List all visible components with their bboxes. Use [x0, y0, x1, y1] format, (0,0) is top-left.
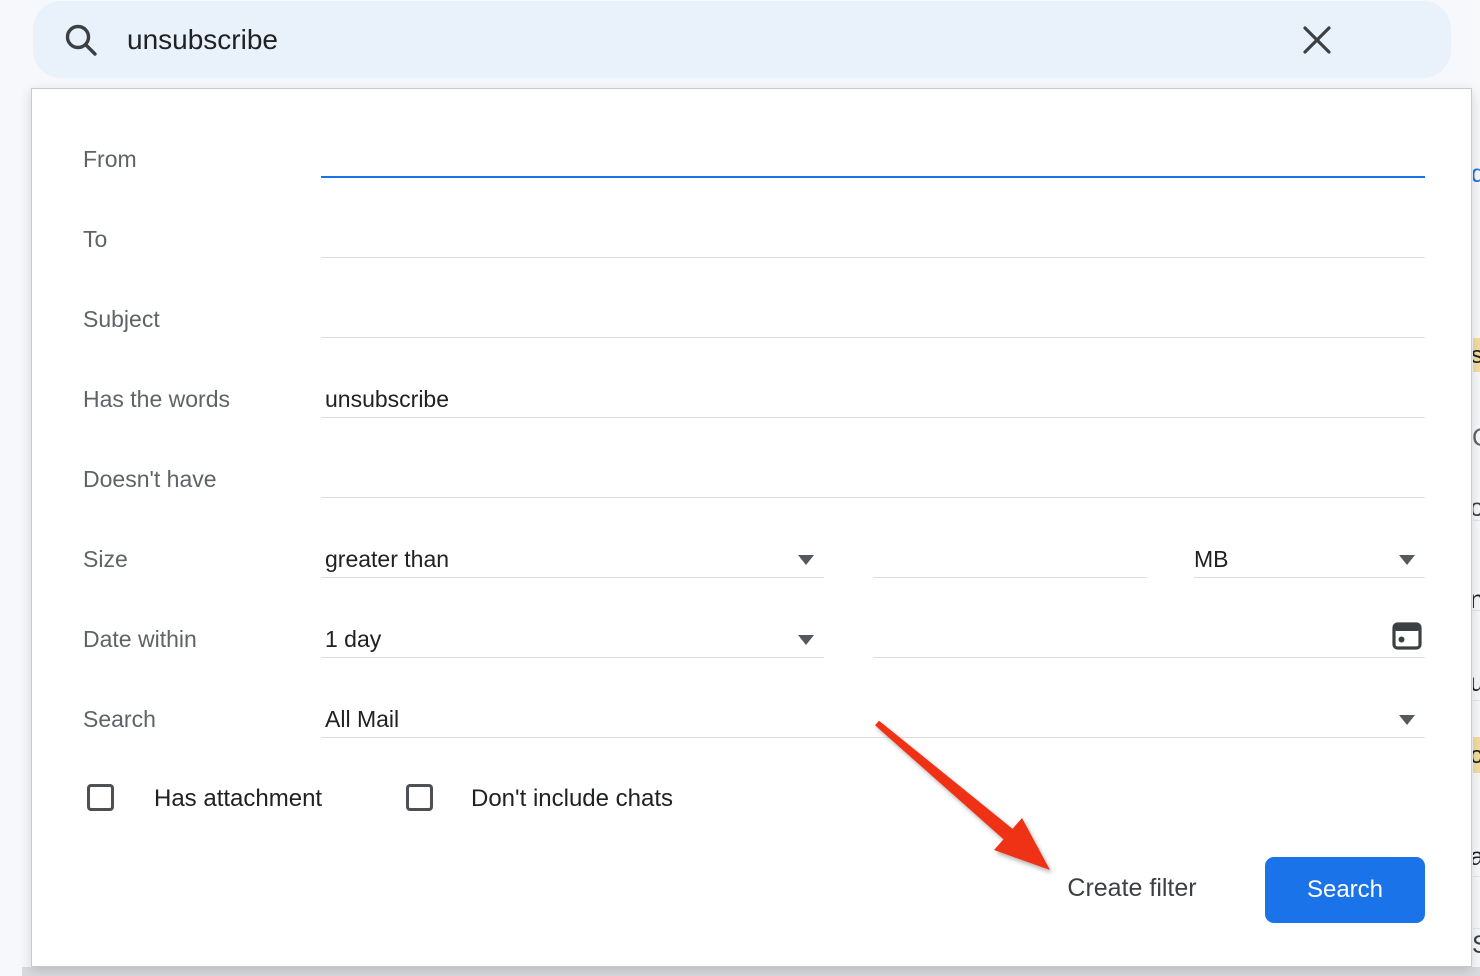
- size-operator-dropdown-icon[interactable]: [798, 555, 814, 565]
- date-within-select[interactable]: 1 day: [325, 625, 381, 653]
- create-filter-button[interactable]: Create filter: [1032, 873, 1232, 903]
- has-attachment-checkbox[interactable]: [87, 784, 114, 811]
- row-divider: [1473, 610, 1480, 611]
- subject-underline: [321, 337, 1425, 338]
- search-input[interactable]: unsubscribe: [127, 24, 1297, 56]
- size-unit-select[interactable]: MB: [1194, 545, 1294, 573]
- size-label: Size: [83, 545, 128, 573]
- size-operator-select[interactable]: greater than: [325, 545, 449, 573]
- calendar-icon[interactable]: [1392, 620, 1422, 650]
- background-text-fragment: d: [1473, 162, 1480, 187]
- row-divider: [1473, 876, 1480, 877]
- date-within-dropdown-icon[interactable]: [798, 635, 814, 645]
- page-bottom-edge: [22, 967, 1480, 976]
- search-icon: [63, 22, 99, 58]
- background-text-fragment: a: [1473, 845, 1480, 870]
- background-text-fragment: C: [1473, 426, 1480, 451]
- to-label: To: [83, 225, 107, 253]
- date-within-label: Date within: [83, 625, 197, 653]
- size-value-underline: [873, 577, 1147, 578]
- size-operator-underline: [321, 577, 824, 578]
- background-text-fragment: u: [1473, 671, 1480, 696]
- subject-label: Subject: [83, 305, 160, 333]
- has-words-label: Has the words: [83, 385, 230, 413]
- from-label: From: [83, 145, 137, 173]
- date-underline: [873, 657, 1425, 658]
- background-text-fragment: S: [1473, 933, 1480, 958]
- date-within-underline: [321, 657, 824, 658]
- search-button[interactable]: Search: [1265, 857, 1425, 923]
- size-unit-underline: [1194, 577, 1425, 578]
- close-icon[interactable]: [1297, 20, 1337, 60]
- dont-include-chats-label: Don't include chats: [471, 785, 673, 813]
- has-words-underline: [321, 417, 1425, 418]
- row-divider: [1473, 928, 1480, 929]
- doesnt-have-underline: [321, 497, 1425, 498]
- has-words-input[interactable]: unsubscribe: [325, 385, 449, 413]
- row-divider: [1473, 520, 1480, 521]
- search-scope-select[interactable]: All Mail: [325, 705, 399, 733]
- background-page-strip: d s C o n u o a S: [1473, 0, 1480, 976]
- background-text-fragment: o: [1473, 496, 1480, 521]
- size-unit-dropdown-icon[interactable]: [1399, 555, 1415, 565]
- doesnt-have-label: Doesn't have: [83, 465, 217, 493]
- dont-include-chats-checkbox[interactable]: [406, 784, 433, 811]
- search-scope-dropdown-icon[interactable]: [1399, 715, 1415, 725]
- from-underline-focused: [321, 176, 1425, 178]
- has-attachment-label: Has attachment: [154, 785, 322, 813]
- gmail-search-bar[interactable]: unsubscribe: [33, 1, 1451, 78]
- search-filter-dialog: From To Subject Has the words unsubscrib…: [31, 88, 1472, 967]
- search-scope-underline: [321, 737, 1425, 738]
- row-divider: [1473, 700, 1480, 701]
- search-scope-label: Search: [83, 705, 156, 733]
- highlighted-text-fragment: s: [1473, 338, 1480, 372]
- to-underline: [321, 257, 1425, 258]
- highlighted-text-fragment: o: [1473, 737, 1480, 773]
